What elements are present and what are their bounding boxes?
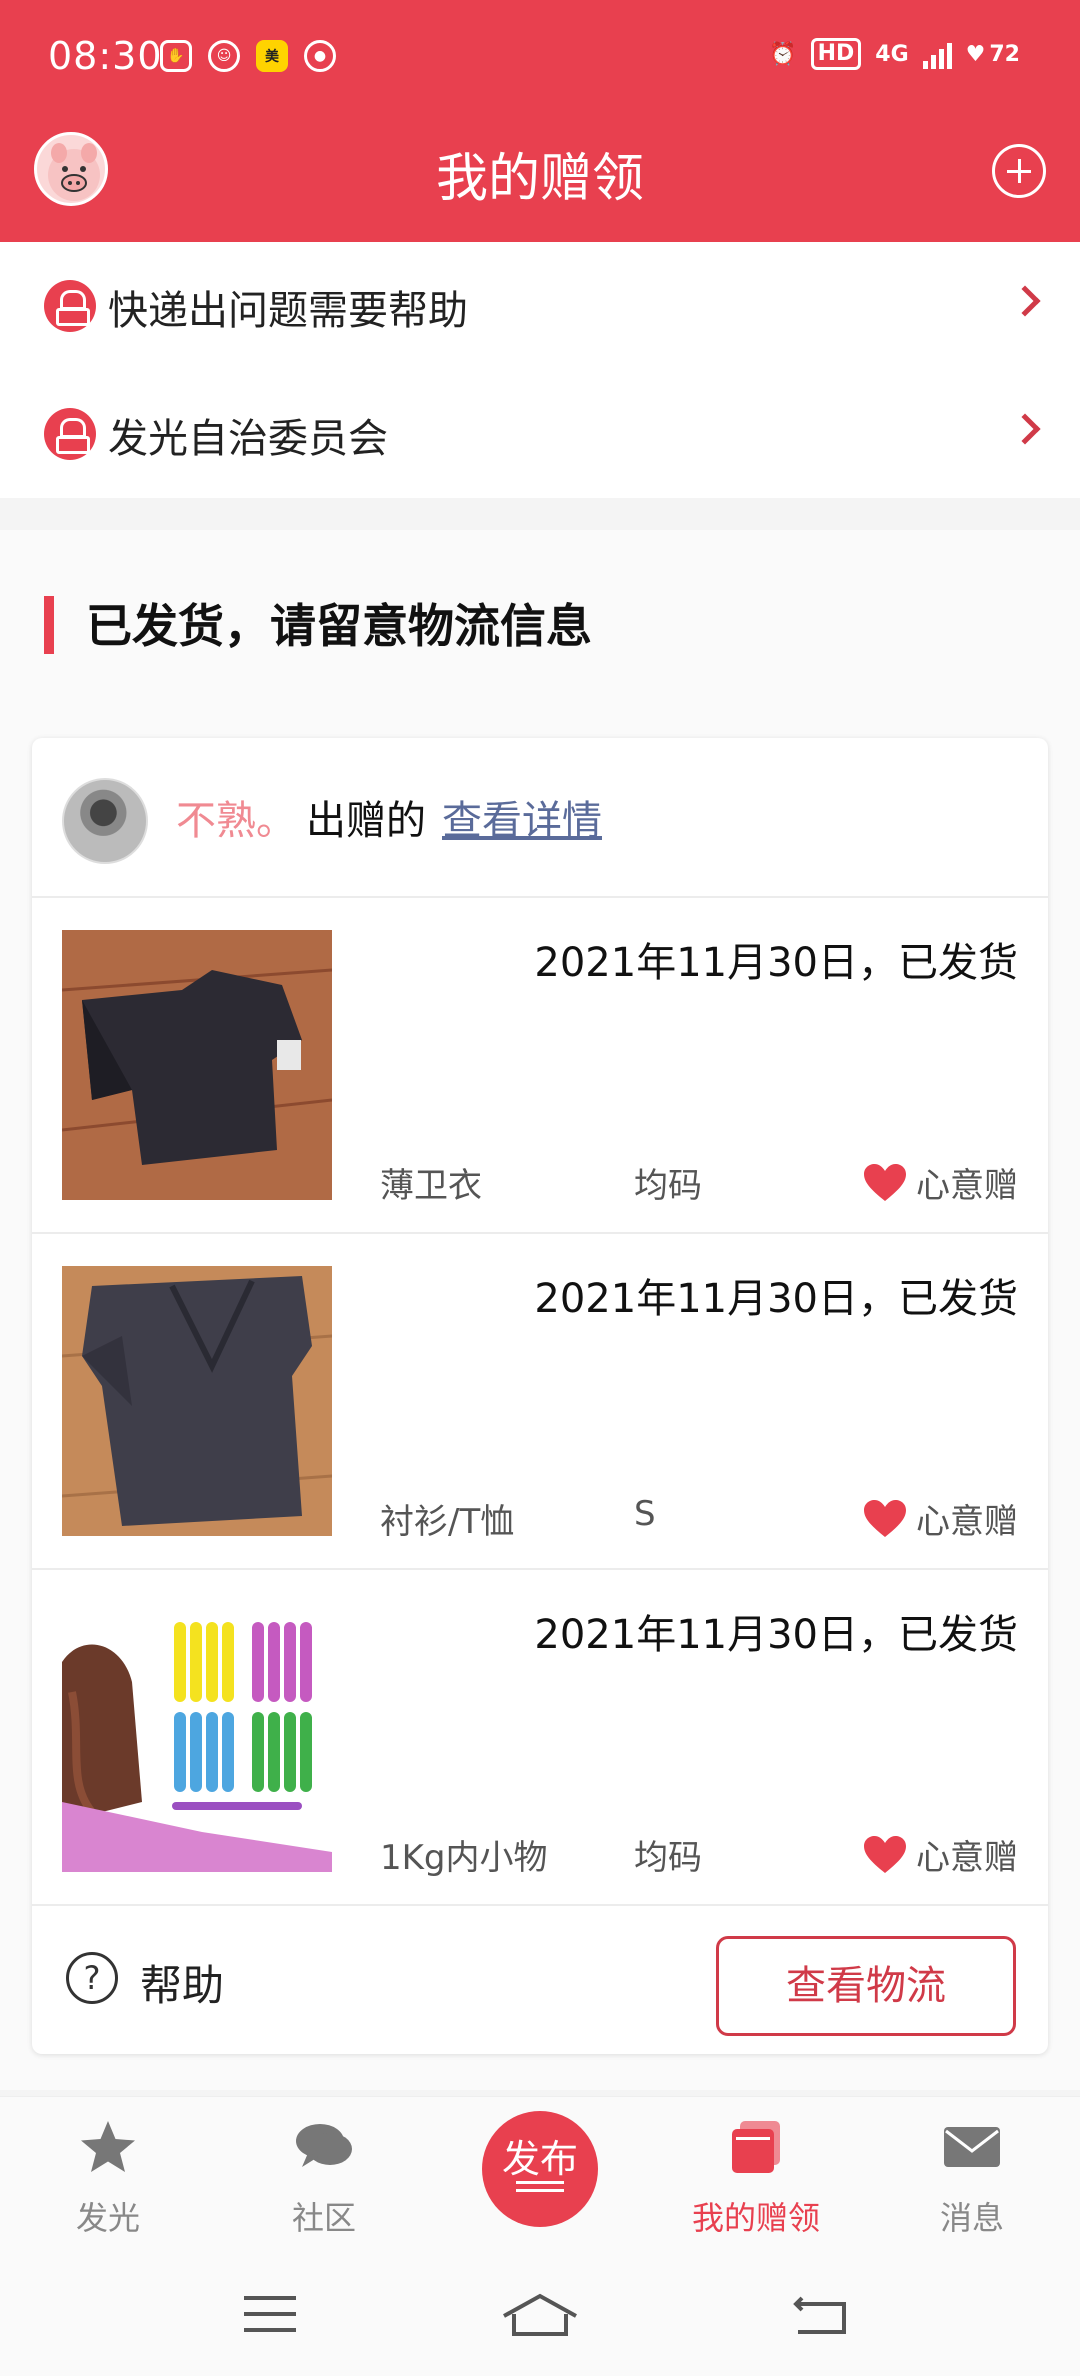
item-tag: 心意赠 [862, 1158, 1018, 1207]
network-label: 4G [875, 41, 909, 67]
heart-icon [864, 1835, 906, 1873]
menu-icon[interactable] [242, 2292, 298, 2336]
card-footer: ? 帮助 查看物流 [32, 1906, 1048, 2054]
list-item[interactable]: 2021年11月30日，已发货 衬衫/T恤 S 心意赠 [32, 1234, 1048, 1570]
nav-item-glow[interactable]: 发光 [0, 2097, 216, 2253]
help-icon[interactable]: ? [66, 1952, 118, 2004]
item-name: 1Kg内小物 [380, 1838, 548, 1878]
signal-icon [922, 39, 952, 69]
nav-item-my-donations[interactable]: 我的赠领 [648, 2097, 864, 2253]
battery-level: 72 [989, 41, 1020, 67]
shipment-card: 不熟。 出赠的 查看详情 2021年11月30日，已发货 薄卫衣 均码 心意赠 [32, 738, 1048, 2054]
nav-item-messages[interactable]: 消息 [864, 2097, 1080, 2253]
donor-avatar[interactable] [62, 778, 148, 864]
nav-label: 消息 [939, 2199, 1004, 2237]
donor-suffix: 出赠的 [306, 798, 426, 844]
item-tag-label: 心意赠 [916, 1838, 1018, 1878]
star-icon [81, 2121, 135, 2172]
heart-icon [864, 1499, 906, 1537]
sweatshirt-image [62, 930, 332, 1200]
item-tag: 心意赠 [862, 1830, 1018, 1879]
list-item[interactable]: 2021年11月30日，已发货 1Kg内小物 均码 心意赠 [32, 1570, 1048, 1906]
cards-icon [732, 2121, 780, 2173]
hd-badge: HD [810, 38, 862, 70]
service-icon [44, 280, 96, 332]
page-title: 我的赠领 [435, 149, 644, 209]
item-tag-label: 心意赠 [916, 1166, 1018, 1206]
heart-icon [864, 1163, 906, 1201]
meituan-icon: 美 [256, 40, 288, 72]
item-size: 均码 [634, 1166, 702, 1206]
donor-name[interactable]: 不熟。 [176, 788, 296, 846]
publish-button[interactable]: 发布 [482, 2111, 598, 2227]
help-link-label: 发光自治委员会 [108, 416, 388, 462]
status-left-icons: ✋ ☺ 美 ● [160, 40, 336, 72]
status-time: 08:30 [48, 34, 163, 78]
view-details-link[interactable]: 查看详情 [442, 788, 602, 846]
item-name: 薄卫衣 [380, 1166, 482, 1206]
nav-label: 我的赠领 [691, 2199, 820, 2237]
section-accent-bar [44, 596, 54, 654]
list-item[interactable]: 2021年11月30日，已发货 薄卫衣 均码 心意赠 [32, 898, 1048, 1234]
mail-icon [944, 2127, 1000, 2167]
shirt-image [62, 1266, 332, 1536]
help-link-delivery[interactable]: 快递出问题需要帮助 [0, 242, 1080, 370]
section-title: 已发货，请留意物流信息 [86, 599, 592, 653]
chevron-right-icon [1009, 413, 1041, 445]
item-date-status: 2021年11月30日，已发货 [534, 1276, 1018, 1322]
nav-label: 社区 [291, 2199, 356, 2237]
item-thumbnail [62, 1266, 332, 1536]
item-name: 衬衫/T恤 [380, 1502, 515, 1542]
hair-curler-image [62, 1602, 332, 1872]
help-label[interactable]: 帮助 [140, 1952, 224, 2013]
back-icon[interactable] [792, 2292, 848, 2336]
status-right-icons: ⏰ HD 4G ♥ 72 [769, 38, 1020, 70]
nav-label: 发光 [75, 2199, 140, 2237]
view-logistics-button[interactable]: 查看物流 [716, 1936, 1016, 2036]
app-icon: ☺ [208, 40, 240, 72]
chat-bubble-icon [296, 2124, 352, 2167]
app-icon: ✋ [160, 40, 192, 72]
item-tag-label: 心意赠 [916, 1502, 1018, 1542]
home-icon[interactable] [500, 2292, 580, 2336]
help-link-label: 快递出问题需要帮助 [108, 288, 468, 334]
item-thumbnail [62, 1602, 332, 1872]
chevron-right-icon [1009, 285, 1041, 317]
help-link-committee[interactable]: 发光自治委员会 [0, 370, 1080, 498]
add-icon[interactable] [992, 144, 1046, 198]
status-bar: 08:30 ✋ ☺ 美 ● ⏰ HD 4G ♥ 72 [0, 0, 1080, 118]
help-links: 快递出问题需要帮助 发光自治委员会 [0, 242, 1080, 498]
nav-item-community[interactable]: 社区 [216, 2097, 432, 2253]
item-date-status: 2021年11月30日，已发货 [534, 1612, 1018, 1658]
item-size: 均码 [634, 1838, 702, 1878]
donor-row: 不熟。 出赠的 查看详情 [32, 738, 1048, 898]
item-tag: 心意赠 [862, 1494, 1018, 1543]
app-header: 08:30 ✋ ☺ 美 ● ⏰ HD 4G ♥ 72 我的赠领 [0, 0, 1080, 242]
item-thumbnail [62, 930, 332, 1200]
wechat-icon: ● [304, 40, 336, 72]
item-size: S [634, 1494, 656, 1534]
system-nav-bar [0, 2252, 1080, 2376]
battery-icon: ♥ 72 [965, 41, 1020, 67]
alarm-icon: ⏰ [769, 41, 797, 67]
service-icon [44, 408, 96, 460]
item-date-status: 2021年11月30日，已发货 [534, 940, 1018, 986]
bottom-nav: 发光 社区 发布 我的赠领 消息 [0, 2096, 1080, 2252]
